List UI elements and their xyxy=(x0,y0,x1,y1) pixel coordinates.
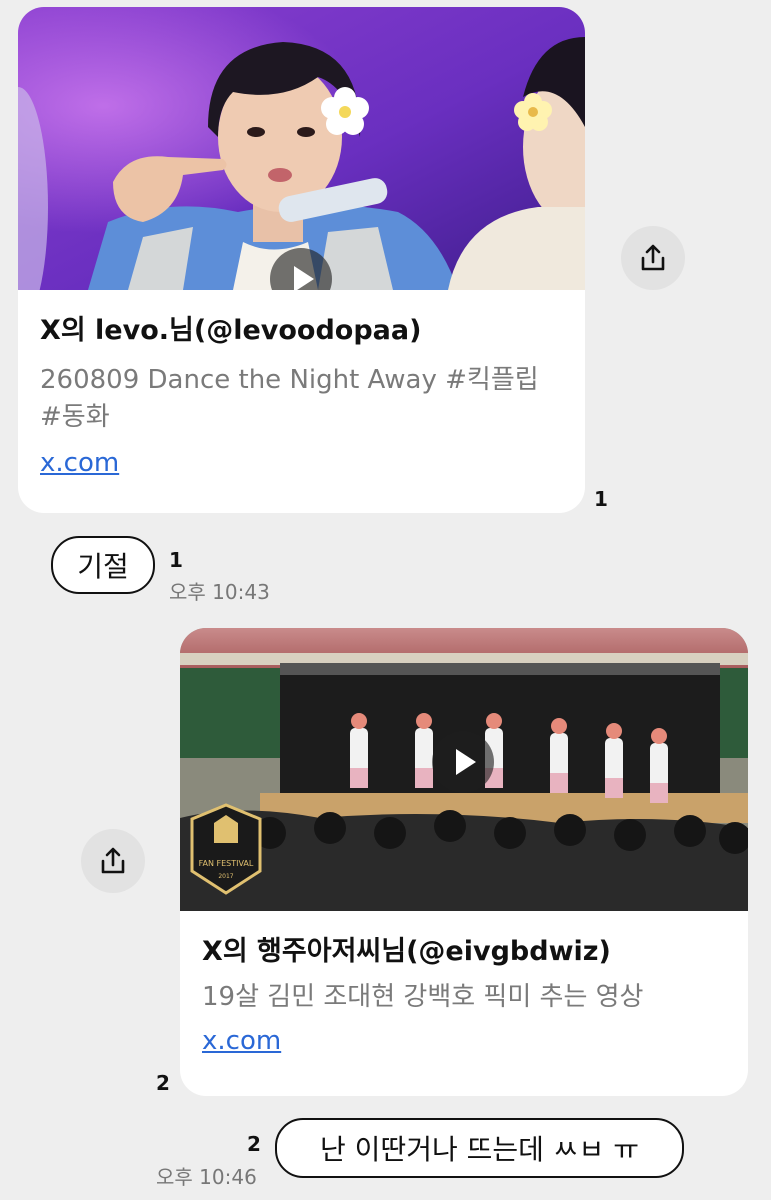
video-thumbnail-2[interactable]: FAN FESTIVAL 2017 xyxy=(180,628,748,911)
message-time: 오후 10:46 xyxy=(156,1165,257,1189)
play-icon[interactable] xyxy=(432,731,494,793)
svg-text:FAN FESTIVAL: FAN FESTIVAL xyxy=(199,859,254,868)
card-description: 260809 Dance the Night Away #킥플립 #동화 xyxy=(40,365,539,432)
card-description: 19살 김민 조대현 강백호 픽미 추는 영상 xyxy=(202,982,644,1012)
message-bubble[interactable]: 난 이딴거나 뜨는데 ㅆㅂ ㅠ xyxy=(275,1118,684,1178)
card-title: X의 levo.님(@levoodopaa) xyxy=(40,315,422,346)
card-body-1: X의 levo.님(@levoodopaa) 260809 Dance the … xyxy=(18,290,585,478)
message-bubble[interactable]: 기절 xyxy=(51,536,155,594)
unread-count: 1 xyxy=(169,548,183,572)
video-thumbnail-1[interactable] xyxy=(18,7,585,290)
link-preview-card-2[interactable]: FAN FESTIVAL 2017 X의 행주아저씨님(@eivgbdwiz) … xyxy=(180,628,748,1096)
unread-count: 2 xyxy=(156,1071,170,1095)
card-link[interactable]: x.com xyxy=(40,448,119,478)
message-time: 오후 10:43 xyxy=(169,580,270,604)
share-button-1[interactable] xyxy=(621,226,685,290)
share-button-2[interactable] xyxy=(81,829,145,893)
unread-count: 1 xyxy=(594,487,608,511)
svg-text:2017: 2017 xyxy=(218,873,233,880)
share-icon xyxy=(641,244,665,271)
link-preview-card-1[interactable]: X의 levo.님(@levoodopaa) 260809 Dance the … xyxy=(18,7,585,513)
card-body-2: X의 행주아저씨님(@eivgbdwiz) 19살 김민 조대현 강백호 픽미 … xyxy=(180,911,748,1056)
unread-count: 2 xyxy=(247,1132,261,1156)
card-link[interactable]: x.com xyxy=(202,1026,281,1056)
share-icon xyxy=(101,847,125,874)
card-title: X의 행주아저씨님(@eivgbdwiz) xyxy=(202,936,611,967)
